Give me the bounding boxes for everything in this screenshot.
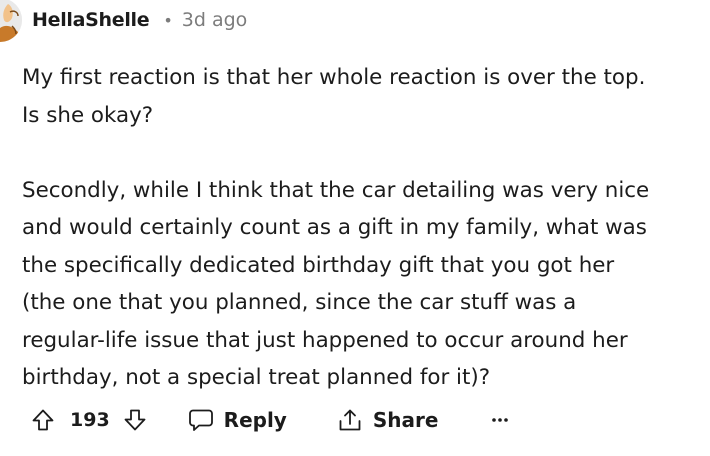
- share-button[interactable]: Share: [337, 407, 439, 433]
- comment-paragraph: My first reaction is that her whole reac…: [22, 59, 702, 134]
- comment-line: birthday, not a special treat planned fo…: [22, 365, 491, 390]
- speech-bubble-icon: [188, 409, 213, 431]
- share-label: Share: [372, 408, 439, 432]
- arrow-up-icon: [32, 409, 54, 431]
- comment-header: HellaShelle • 3d ago: [32, 6, 247, 34]
- avatar-image: [0, 0, 22, 42]
- reply-button[interactable]: Reply: [188, 407, 287, 433]
- upvote-button[interactable]: [30, 407, 56, 433]
- arrow-down-icon: [124, 409, 146, 431]
- comment-paragraph: Secondly, while I think that the car det…: [22, 172, 702, 397]
- comment-actions: 193 Reply Share: [30, 400, 510, 440]
- comment-line: Secondly, while I think that the car det…: [22, 177, 650, 203]
- comment-line: Is she okay?: [22, 102, 154, 128]
- avatar[interactable]: [0, 0, 22, 42]
- downvote-button[interactable]: [122, 407, 148, 433]
- author-name[interactable]: HellaShelle: [32, 9, 150, 31]
- comment-line: My first reaction is that her whole reac…: [22, 65, 646, 90]
- reply-label: Reply: [223, 408, 287, 432]
- vote-score: 193: [70, 409, 110, 431]
- comment-line: the specifically dedicated birthday gift…: [22, 252, 615, 278]
- more-options-button[interactable]: [490, 410, 510, 430]
- comment-line: regular-life issue that just happened to…: [22, 327, 628, 353]
- ellipsis-icon: [492, 418, 509, 422]
- share-icon: [339, 409, 361, 431]
- comment-line: (the one that you planned, since the car…: [22, 290, 577, 315]
- comment-body: My first reaction is that her whole reac…: [22, 59, 702, 397]
- separator-dot: •: [163, 10, 173, 30]
- timestamp[interactable]: 3d ago: [182, 9, 248, 31]
- comment-line: and would certainly count as a gift in m…: [22, 215, 647, 240]
